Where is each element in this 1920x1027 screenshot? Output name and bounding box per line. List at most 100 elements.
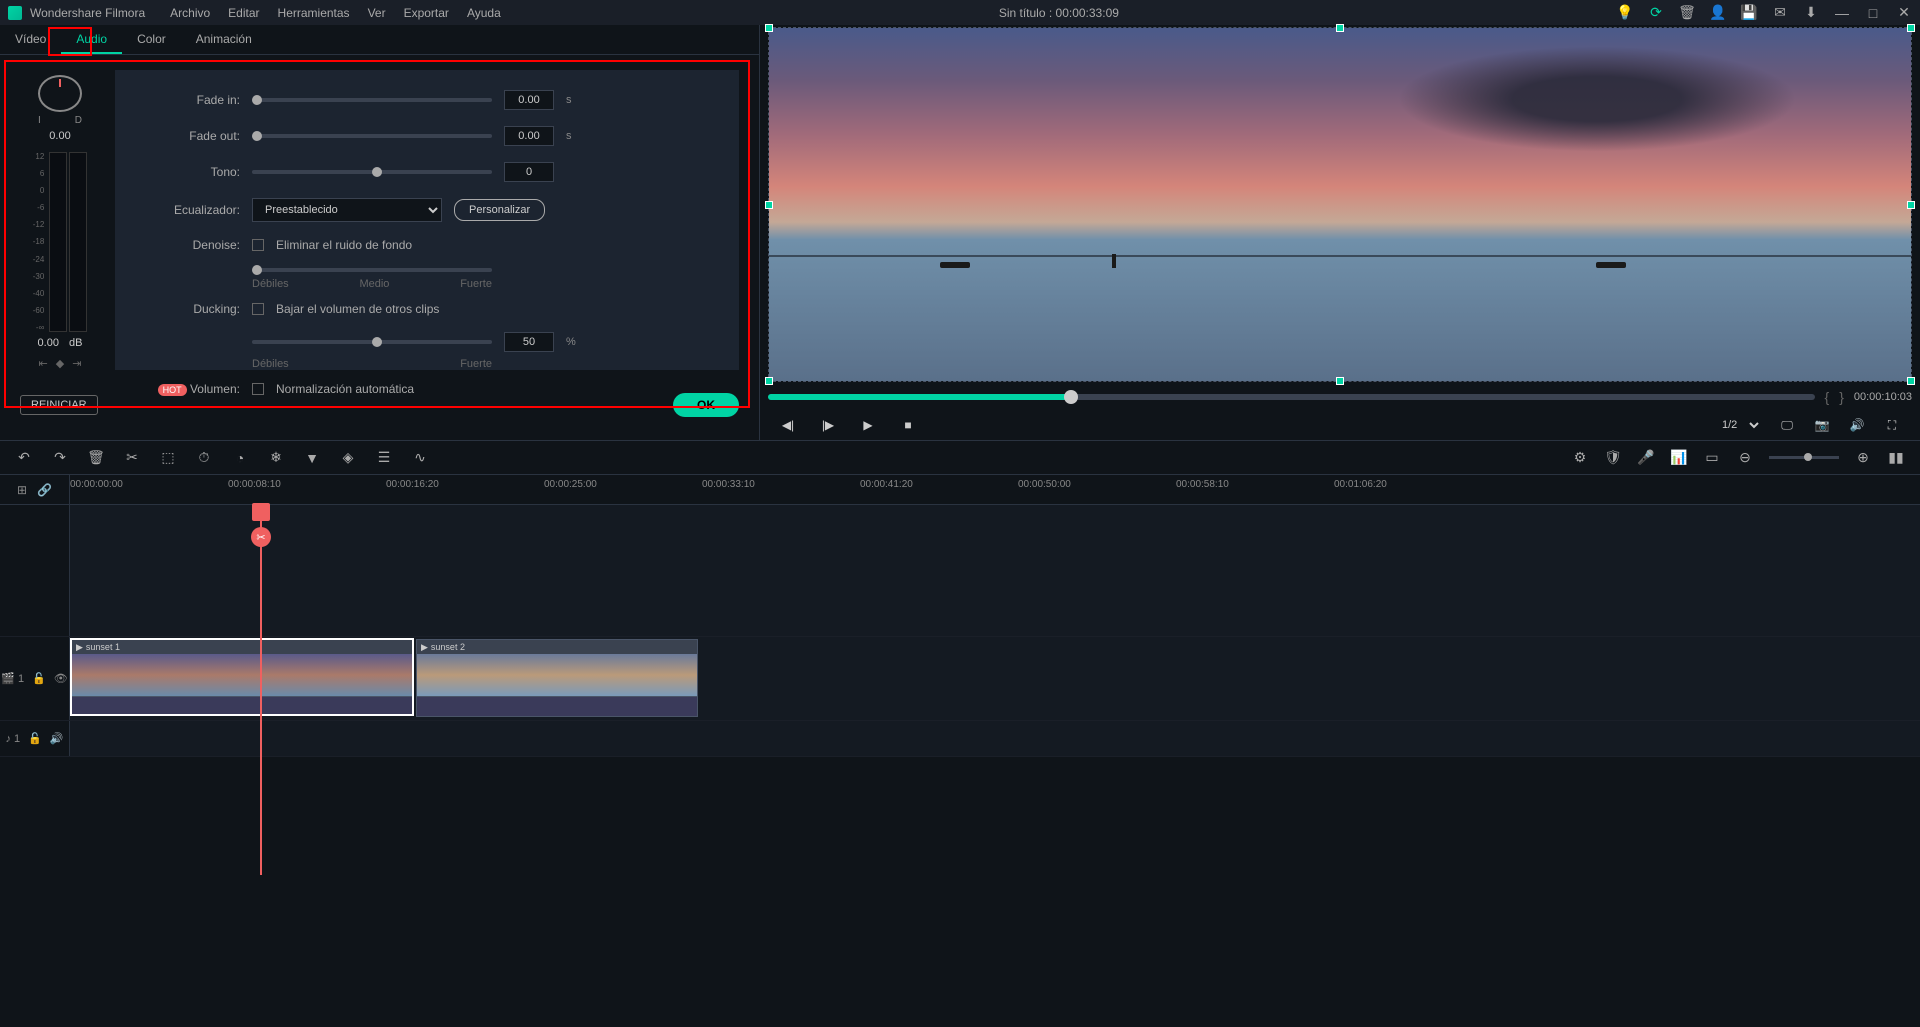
close-icon[interactable]: ✕: [1896, 5, 1912, 21]
meter-right-icon[interactable]: ⇥: [72, 357, 81, 370]
zoom-out-icon[interactable]: ⊖: [1736, 449, 1754, 467]
prev-frame-icon[interactable]: ◀|: [778, 415, 798, 435]
scrubber-track[interactable]: [768, 394, 1815, 400]
volume-checkbox[interactable]: [252, 383, 264, 395]
fit-icon[interactable]: ▮▮: [1887, 449, 1905, 467]
tone-input[interactable]: [504, 162, 554, 182]
tab-animacion[interactable]: Animación: [181, 25, 267, 54]
resize-handle-b[interactable]: [1336, 377, 1344, 385]
gear-icon[interactable]: ⚙: [1571, 449, 1589, 467]
menu-editar[interactable]: Editar: [228, 6, 259, 20]
trash-icon[interactable]: 🗑: [1679, 5, 1695, 21]
minimize-icon[interactable]: —: [1834, 5, 1850, 21]
meter-bar-l[interactable]: [49, 152, 67, 332]
snapshot-icon[interactable]: 📷: [1812, 415, 1832, 435]
step-back-icon[interactable]: |▶: [818, 415, 838, 435]
render-icon[interactable]: ▭: [1703, 449, 1721, 467]
reset-button[interactable]: REINICIAR: [20, 395, 98, 415]
playhead-handle[interactable]: [252, 503, 270, 521]
fadein-input[interactable]: [504, 90, 554, 110]
menu-ayuda[interactable]: Ayuda: [467, 6, 501, 20]
video-track-content[interactable]: ▶sunset 1 ▶sunset 2: [70, 637, 1920, 720]
resize-handle-br[interactable]: [1907, 377, 1915, 385]
save-icon[interactable]: 💾: [1741, 5, 1757, 21]
ruler-area[interactable]: 00:00:00:00 00:00:08:10 00:00:16:20 00:0…: [70, 475, 1920, 504]
fadeout-input[interactable]: [504, 126, 554, 146]
freeze-icon[interactable]: ❄: [267, 449, 285, 467]
denoise-checkbox[interactable]: [252, 239, 264, 251]
eq-select[interactable]: Preestablecido: [252, 198, 442, 222]
resize-handle-tr[interactable]: [1907, 24, 1915, 32]
ok-button[interactable]: OK: [673, 393, 739, 417]
playhead-scissor-icon[interactable]: ✂: [251, 527, 271, 547]
undo-icon[interactable]: ↶: [15, 449, 33, 467]
fadein-slider[interactable]: [252, 98, 492, 102]
resize-handle-tl[interactable]: [765, 24, 773, 32]
denoise-slider[interactable]: [252, 268, 492, 272]
speaker-icon[interactable]: 🔊: [50, 732, 64, 745]
clip-sunset-1[interactable]: ▶sunset 1: [70, 638, 414, 716]
tab-audio[interactable]: Audio: [61, 25, 122, 54]
audio-wave-icon[interactable]: ∿: [411, 449, 429, 467]
ducking-checkbox[interactable]: [252, 303, 264, 315]
balance-knob[interactable]: [38, 75, 82, 112]
timeline-zoom-slider[interactable]: [1769, 456, 1839, 459]
filter-icon[interactable]: ☰: [375, 449, 393, 467]
tab-video[interactable]: Vídeo: [0, 25, 61, 54]
crop-icon[interactable]: ⬚: [159, 449, 177, 467]
link-icon[interactable]: 🔗: [37, 483, 52, 497]
resize-handle-r[interactable]: [1907, 201, 1915, 209]
maximize-icon[interactable]: □: [1865, 5, 1881, 21]
play-icon[interactable]: ▶: [858, 415, 878, 435]
volume-icon[interactable]: 🔊: [1847, 415, 1867, 435]
menu-archivo[interactable]: Archivo: [170, 6, 210, 20]
speed-icon[interactable]: ⏱: [195, 449, 213, 467]
lock-icon[interactable]: 🔓: [28, 732, 42, 745]
tone-slider[interactable]: [252, 170, 492, 174]
resize-handle-l[interactable]: [765, 201, 773, 209]
user-icon[interactable]: 👤: [1710, 5, 1726, 21]
meter-keyframe-icon[interactable]: ◆: [56, 357, 64, 370]
bracket-in-icon[interactable]: {: [1825, 389, 1830, 405]
resize-handle-t[interactable]: [1336, 24, 1344, 32]
menu-ver[interactable]: Ver: [368, 6, 386, 20]
fadeout-slider[interactable]: [252, 134, 492, 138]
bracket-out-icon[interactable]: }: [1839, 389, 1844, 405]
lock-icon[interactable]: 🔓: [32, 672, 46, 685]
denoise-label: Denoise:: [140, 238, 240, 252]
redo-icon[interactable]: ↷: [51, 449, 69, 467]
refresh-icon[interactable]: ⟳: [1648, 5, 1664, 21]
eq-customize-button[interactable]: Personalizar: [454, 199, 545, 221]
meter-bar-r[interactable]: [69, 152, 87, 332]
meter-left-icon[interactable]: ⇤: [39, 357, 48, 370]
keyframe-icon[interactable]: ◈: [339, 449, 357, 467]
scrubber-thumb[interactable]: [1064, 390, 1078, 404]
preview-viewport[interactable]: [768, 27, 1912, 382]
mixer-icon[interactable]: 📊: [1670, 449, 1688, 467]
zoom-in-icon[interactable]: ⊕: [1854, 449, 1872, 467]
fullscreen-icon[interactable]: ⛶: [1882, 415, 1902, 435]
ducking-slider[interactable]: [252, 340, 492, 344]
clip-sunset-2[interactable]: ▶sunset 2: [416, 639, 698, 717]
stop-icon[interactable]: ■: [898, 415, 918, 435]
adjust-icon[interactable]: ◔: [231, 449, 249, 467]
audio-track-content[interactable]: [70, 721, 1920, 756]
cut-icon[interactable]: ✂: [123, 449, 141, 467]
playhead[interactable]: ✂: [260, 505, 262, 875]
mail-icon[interactable]: ✉: [1772, 5, 1788, 21]
lightbulb-icon[interactable]: 💡: [1617, 5, 1633, 21]
resize-handle-bl[interactable]: [765, 377, 773, 385]
ducking-input[interactable]: [504, 332, 554, 352]
marker-icon[interactable]: ▼: [303, 449, 321, 467]
menu-exportar[interactable]: Exportar: [404, 6, 449, 20]
shield-icon[interactable]: 🛡: [1604, 449, 1622, 467]
track-add-icon[interactable]: ⊞: [17, 483, 27, 497]
download-icon[interactable]: ⬇: [1803, 5, 1819, 21]
mic-icon[interactable]: 🎤: [1637, 449, 1655, 467]
tab-color[interactable]: Color: [122, 25, 181, 54]
menu-herramientas[interactable]: Herramientas: [278, 6, 350, 20]
preview-zoom-select[interactable]: 1/2: [1710, 416, 1762, 434]
delete-icon[interactable]: 🗑: [87, 449, 105, 467]
eye-icon[interactable]: 👁: [54, 672, 68, 685]
monitor-icon[interactable]: 🖵: [1777, 415, 1797, 435]
